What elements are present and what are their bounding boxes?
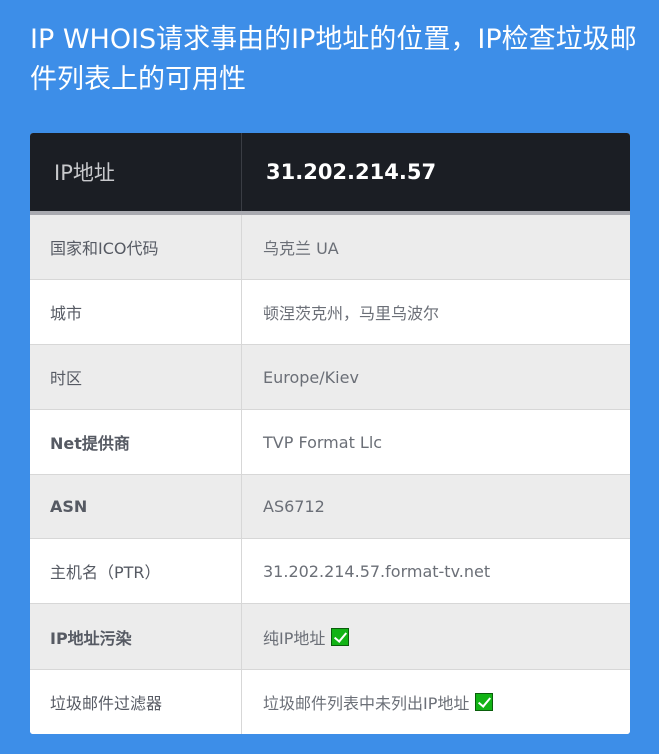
row-value: 纯IP地址 bbox=[263, 628, 326, 648]
header-ip-value: 31.202.214.57 bbox=[266, 160, 437, 184]
row-value: 乌克兰 UA bbox=[263, 239, 339, 258]
row-label: 时区 bbox=[30, 345, 242, 409]
row-value: 垃圾邮件列表中未列出IP地址 bbox=[263, 694, 470, 713]
table-row-timezone: 时区 Europe/Kiev bbox=[30, 345, 630, 410]
table-row-country: 国家和ICO代码 乌克兰 UA bbox=[30, 215, 630, 280]
row-label: 国家和ICO代码 bbox=[30, 215, 242, 279]
check-icon bbox=[331, 627, 350, 646]
table-row-hostname: 主机名（PTR） 31.202.214.57.format-tv.net bbox=[30, 539, 630, 604]
table-row-asn: ASN AS6712 bbox=[30, 475, 630, 539]
row-label: 城市 bbox=[30, 280, 242, 344]
row-value: 顿涅茨克州，马里乌波尔 bbox=[263, 304, 440, 323]
row-label: ASN bbox=[30, 475, 242, 538]
row-label: 垃圾邮件过滤器 bbox=[30, 670, 242, 734]
row-label: IP地址污染 bbox=[30, 604, 242, 669]
row-label: Net提供商 bbox=[30, 410, 242, 474]
row-value-wrap: 纯IP地址 bbox=[242, 604, 630, 669]
header-label: IP地址 bbox=[30, 133, 242, 211]
row-value: AS6712 bbox=[263, 497, 325, 516]
table-row-ip-pollution: IP地址污染 纯IP地址 bbox=[30, 604, 630, 670]
row-value: Europe/Kiev bbox=[263, 367, 359, 387]
row-value: TVP Format Llc bbox=[263, 432, 383, 452]
page-title: IP WHOIS请求事由的IP地址的位置，IP检查垃圾邮件列表上的可用性 bbox=[30, 24, 637, 95]
table-row-city: 城市 顿涅茨克州，马里乌波尔 bbox=[30, 280, 630, 345]
check-icon bbox=[475, 693, 494, 711]
row-value: 31.202.214.57.format-tv.net bbox=[263, 561, 491, 581]
row-label: 主机名（PTR） bbox=[30, 539, 242, 603]
table-header: IP地址 31.202.214.57 bbox=[30, 133, 630, 215]
whois-table: IP地址 31.202.214.57 国家和ICO代码 乌克兰 UA 城市 顿涅… bbox=[30, 133, 630, 734]
table-row-spam-filter: 垃圾邮件过滤器 垃圾邮件列表中未列出IP地址 bbox=[30, 670, 630, 734]
row-value-wrap: 垃圾邮件列表中未列出IP地址 bbox=[242, 670, 630, 734]
table-row-provider: Net提供商 TVP Format Llc bbox=[30, 410, 630, 475]
